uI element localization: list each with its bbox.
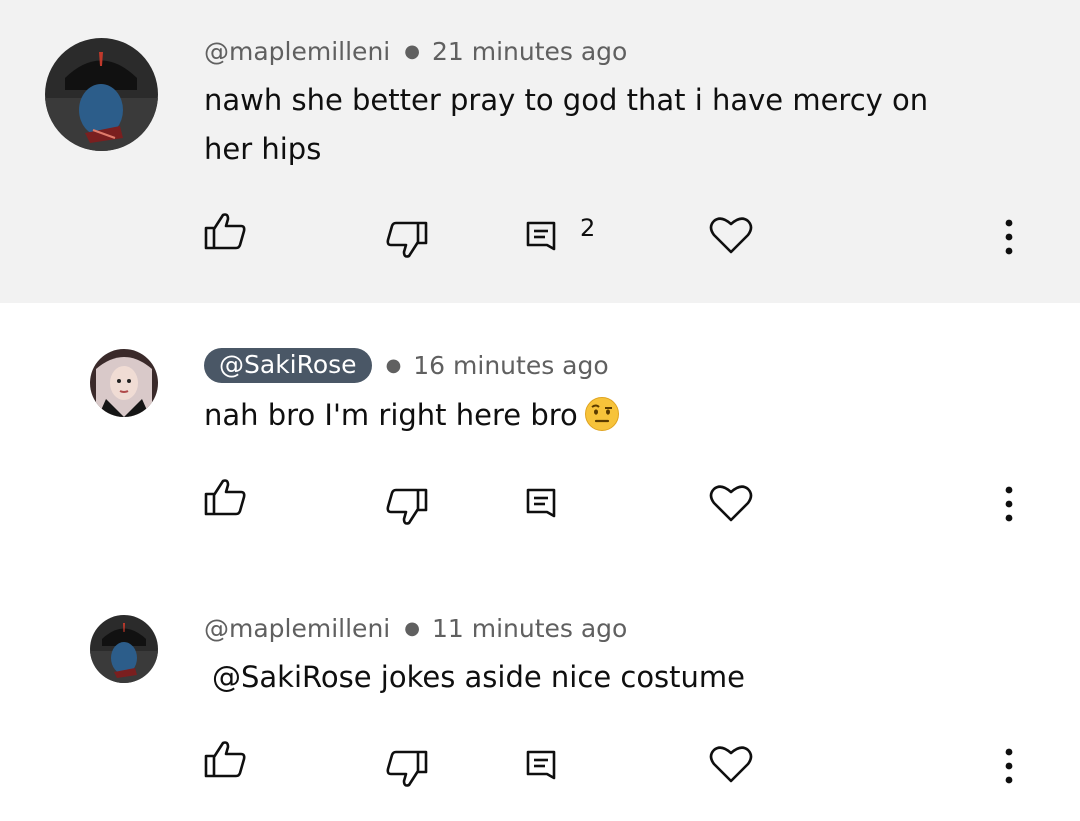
comment-text-row: nah bro I'm right here bro xyxy=(204,391,984,440)
timestamp: 21 minutes ago xyxy=(431,37,628,66)
avatar[interactable] xyxy=(90,615,158,683)
comment-text: nah bro I'm right here bro xyxy=(204,398,578,432)
thumbs-down-icon[interactable] xyxy=(385,749,429,789)
comment-3: @maplemilleni ● 11 minutes ago @SakiRose… xyxy=(0,563,1080,821)
avatar-image xyxy=(45,38,158,151)
thumbs-up-icon[interactable] xyxy=(203,477,247,517)
thumbs-up-icon[interactable] xyxy=(203,739,247,779)
heart-icon[interactable] xyxy=(709,483,753,523)
timestamp: 16 minutes ago xyxy=(413,351,609,380)
timestamp: 11 minutes ago xyxy=(431,614,628,643)
reply-count[interactable]: 2 xyxy=(580,214,595,242)
avatar-image xyxy=(90,615,158,683)
avatar[interactable] xyxy=(90,349,158,417)
raised-eyebrow-face-icon xyxy=(584,397,619,431)
comment-meta: @maplemilleni ● 11 minutes ago xyxy=(204,614,627,643)
thumbs-up-icon[interactable] xyxy=(203,211,247,251)
author-handle[interactable]: @maplemilleni xyxy=(204,37,390,66)
more-vert-icon[interactable] xyxy=(1002,747,1016,785)
avatar-image xyxy=(90,349,158,417)
comment-meta: @maplemilleni ● 21 minutes ago xyxy=(204,37,627,66)
more-vert-icon[interactable] xyxy=(1002,218,1016,256)
mention-link[interactable]: @SakiRose xyxy=(212,660,372,694)
comment-icon[interactable] xyxy=(525,749,559,785)
avatar[interactable] xyxy=(45,38,158,151)
comment-2: @SakiRose ● 16 minutes ago nah bro I'm r… xyxy=(0,303,1080,563)
comment-meta: @SakiRose ● 16 minutes ago xyxy=(204,348,609,383)
separator-dot: ● xyxy=(404,41,420,62)
creator-author-badge[interactable]: @SakiRose xyxy=(204,348,372,383)
comment-1: @maplemilleni ● 21 minutes ago nawh she … xyxy=(0,0,1080,303)
heart-icon[interactable] xyxy=(709,744,753,784)
comment-text: jokes aside nice costume xyxy=(380,660,746,694)
separator-dot: ● xyxy=(404,618,420,639)
separator-dot: ● xyxy=(385,355,402,376)
comment-icon[interactable] xyxy=(525,220,559,256)
author-handle[interactable]: @maplemilleni xyxy=(204,614,390,643)
more-vert-icon[interactable] xyxy=(1002,485,1016,523)
comment-text-row: @SakiRose jokes aside nice costume xyxy=(204,653,984,702)
heart-icon[interactable] xyxy=(709,215,753,255)
thumbs-down-icon[interactable] xyxy=(385,487,429,527)
comment-icon[interactable] xyxy=(525,487,559,523)
comment-text: nawh she better pray to god that i have … xyxy=(204,83,929,166)
thumbs-down-icon[interactable] xyxy=(385,220,429,260)
